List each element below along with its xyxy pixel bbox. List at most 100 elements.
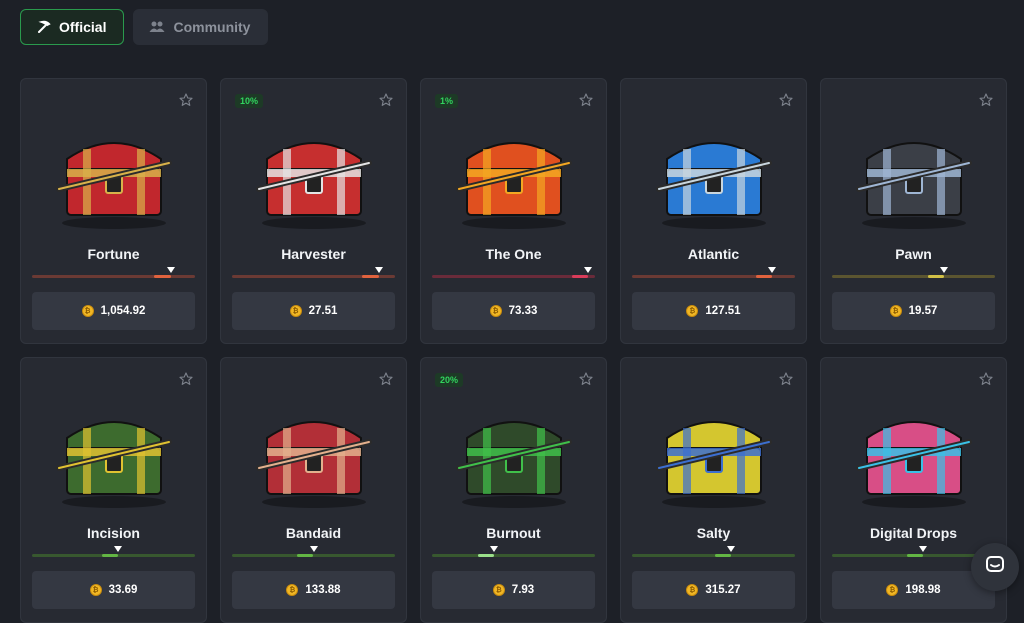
case-grid: Fortune ₿ 1,054.92 10% Harvester ₿ 27.51… [20,78,1007,623]
case-price: 7.93 [511,584,535,596]
open-case-button[interactable]: ₿ 127.51 [632,292,795,330]
risk-bar [832,546,995,560]
case-name: The One [485,246,542,262]
risk-bar [432,546,595,560]
risk-marker [919,546,928,552]
risk-bar [232,267,395,281]
risk-bar [32,267,195,281]
favorite-star-icon[interactable] [979,93,993,107]
coin-icon: ₿ [289,305,302,317]
case-price: 73.33 [508,305,538,317]
favorite-star-icon[interactable] [579,372,593,386]
favorite-star-icon[interactable] [779,93,793,107]
risk-bar [232,546,395,560]
discount-badge: 10% [235,94,264,108]
favorite-star-icon[interactable] [379,372,393,386]
open-case-button[interactable]: ₿ 133.88 [232,571,395,609]
case-card[interactable]: 20% Burnout ₿ 7.93 [420,357,607,623]
risk-marker [309,546,318,552]
favorite-star-icon[interactable] [179,372,193,386]
favorite-star-icon[interactable] [779,372,793,386]
case-image [449,398,579,510]
tab-community[interactable]: Community [133,9,269,45]
case-card[interactable]: Pawn ₿ 19.57 [820,78,1007,344]
case-image [49,398,179,510]
coin-icon: ₿ [886,584,899,596]
case-image [249,119,379,231]
open-case-button[interactable]: ₿ 73.33 [432,292,595,330]
case-price: 33.69 [108,584,138,596]
open-case-button[interactable]: ₿ 7.93 [432,571,595,609]
case-name: Atlantic [687,246,740,262]
case-source-tabs: Official Community [20,9,269,45]
risk-bar [632,267,795,281]
case-image [449,119,579,231]
case-image [849,398,979,510]
favorite-star-icon[interactable] [579,93,593,107]
tab-official-label: Official [59,19,107,35]
case-image [849,119,979,231]
risk-marker [940,267,949,273]
discount-badge: 1% [435,94,459,108]
case-price: 133.88 [305,584,341,596]
case-name: Salty [696,525,731,541]
coin-icon: ₿ [81,305,94,317]
case-card[interactable]: Atlantic ₿ 127.51 [620,78,807,344]
case-card[interactable]: Fortune ₿ 1,054.92 [20,78,207,344]
case-price: 315.27 [705,584,741,596]
case-price: 1,054.92 [100,305,146,317]
favorite-star-icon[interactable] [979,372,993,386]
pickaxe-icon [37,20,51,34]
case-price: 127.51 [705,305,741,317]
case-name: Incision [87,525,140,541]
risk-bar [32,546,195,560]
risk-marker [768,267,777,273]
case-card[interactable]: 1% The One ₿ 73.33 [420,78,607,344]
case-card[interactable]: Bandaid ₿ 133.88 [220,357,407,623]
case-image [649,398,779,510]
case-price: 198.98 [905,584,941,596]
case-card[interactable]: Incision ₿ 33.69 [20,357,207,623]
case-name: Digital Drops [869,525,958,541]
coin-icon: ₿ [889,305,902,317]
open-case-button[interactable]: ₿ 33.69 [32,571,195,609]
risk-marker [489,546,498,552]
favorite-star-icon[interactable] [179,93,193,107]
risk-bar [432,267,595,281]
risk-bar [832,267,995,281]
case-card[interactable]: 10% Harvester ₿ 27.51 [220,78,407,344]
case-name: Burnout [486,525,541,541]
chat-icon [985,555,1005,580]
case-name: Harvester [281,246,346,262]
tab-official[interactable]: Official [20,9,125,45]
open-case-button[interactable]: ₿ 315.27 [632,571,795,609]
coin-icon: ₿ [489,305,502,317]
case-name: Bandaid [285,525,342,541]
case-name: Fortune [87,246,140,262]
coin-icon: ₿ [492,584,505,596]
coin-icon: ₿ [89,584,102,596]
coin-icon: ₿ [286,584,299,596]
open-case-button[interactable]: ₿ 1,054.92 [32,292,195,330]
tab-community-label: Community [173,19,251,35]
favorite-star-icon[interactable] [379,93,393,107]
open-case-button[interactable]: ₿ 198.98 [832,571,995,609]
risk-marker [374,267,383,273]
chat-button[interactable] [971,543,1019,591]
risk-marker [114,546,123,552]
coin-icon: ₿ [686,584,699,596]
open-case-button[interactable]: ₿ 19.57 [832,292,995,330]
case-price: 19.57 [908,305,938,317]
case-card[interactable]: Salty ₿ 315.27 [620,357,807,623]
coin-icon: ₿ [686,305,699,317]
community-icon [149,20,165,34]
case-image [649,119,779,231]
risk-marker [584,267,593,273]
risk-bar [632,546,795,560]
case-image [49,119,179,231]
open-case-button[interactable]: ₿ 27.51 [232,292,395,330]
case-name: Pawn [895,246,932,262]
case-image [249,398,379,510]
discount-badge: 20% [435,373,464,387]
risk-marker [166,267,175,273]
